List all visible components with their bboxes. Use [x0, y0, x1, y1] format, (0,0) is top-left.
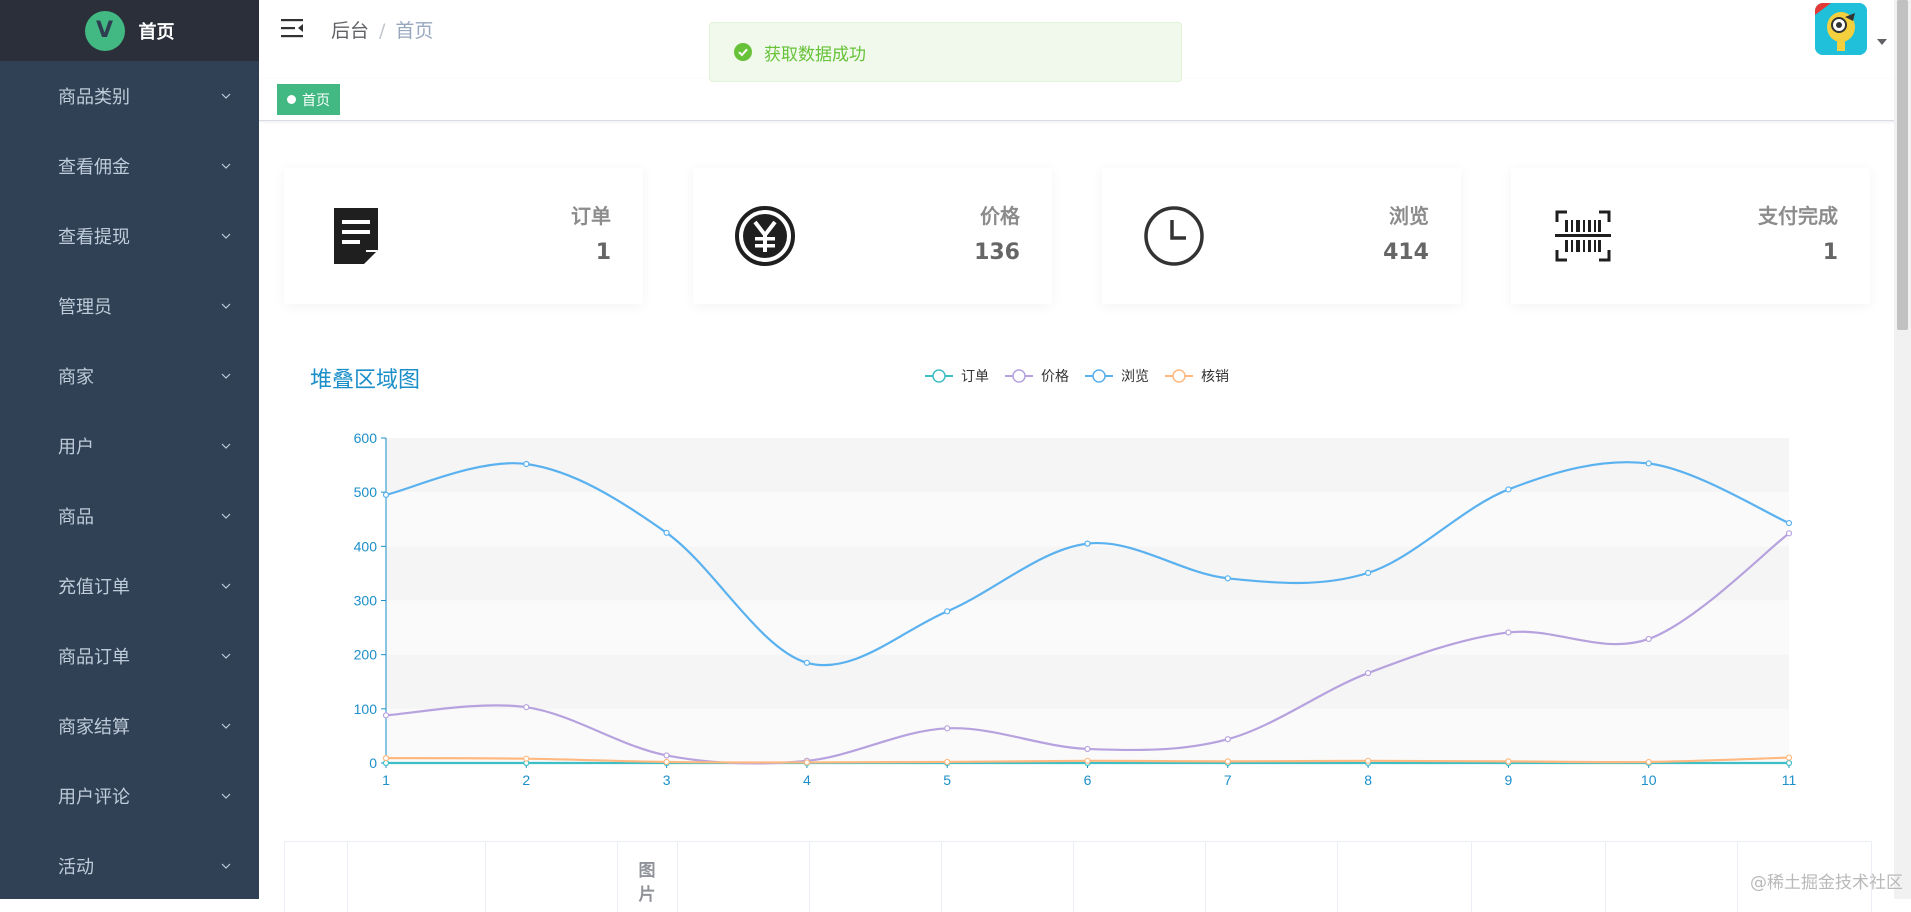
chart-data-point — [1224, 575, 1231, 582]
chart-data-point — [1505, 629, 1512, 636]
chart-data-point — [382, 712, 390, 719]
chart-y-tick-label: 200 — [354, 647, 378, 663]
data-table — [284, 841, 1872, 912]
chart-x-tick-label: 3 — [663, 772, 671, 788]
chart-y-tick-label: 500 — [354, 484, 378, 500]
chart-grid-band — [386, 600, 1789, 655]
chart-data-point — [1785, 754, 1793, 761]
chart-data-point — [944, 608, 951, 615]
chart-x-tick-label: 2 — [522, 772, 530, 788]
chart-x-tick-label: 10 — [1641, 772, 1657, 788]
table-column-divider — [809, 842, 810, 912]
chart-data-point — [1364, 569, 1372, 576]
table-column-divider — [485, 842, 486, 912]
chart-data-point — [663, 752, 670, 759]
chart-grid-band — [386, 546, 1789, 601]
chart-grid-band — [386, 438, 1789, 493]
legend-marker — [1092, 369, 1106, 383]
chart-x-tick-label: 7 — [1224, 772, 1232, 788]
chart-y-tick-label: 300 — [354, 593, 378, 609]
legend-marker — [1172, 369, 1186, 383]
chart-data-point — [1505, 758, 1512, 765]
chart-x-tick-label: 6 — [1084, 772, 1092, 788]
chart-x-tick-label: 4 — [803, 772, 811, 788]
table-column-divider — [617, 842, 618, 912]
chart-x-tick-label: 8 — [1364, 772, 1372, 788]
chart-data-point — [1084, 540, 1091, 547]
chart-data-point — [944, 758, 951, 766]
chart-data-point — [1364, 757, 1372, 764]
chart-data-point — [523, 460, 530, 468]
chart-y-tick-label: 400 — [354, 538, 378, 554]
chart-data-point — [523, 704, 530, 711]
stacked-area-chart: 0 100 200 300 400 500 600 1 2 3 4 5 6 7 8 9 10 11 订单 价格 浏览 核销 — [354, 368, 1797, 788]
scrollbar-thumb[interactable] — [1897, 0, 1908, 330]
table-column-divider — [1471, 842, 1472, 912]
legend-label[interactable]: 浏览 — [1121, 368, 1149, 384]
chart-data-point — [1785, 530, 1793, 537]
table-column-divider — [1073, 842, 1074, 912]
chart-grid-band — [386, 492, 1789, 547]
watermark: @稀土掘金技术社区 — [1750, 873, 1903, 893]
chart-grid-band — [386, 654, 1789, 709]
page-scrollbar[interactable] — [1894, 0, 1911, 899]
chart-y-tick-label: 100 — [354, 701, 378, 717]
chart-y-tick-label: 600 — [354, 430, 378, 446]
table-column-divider — [347, 842, 348, 912]
table-column-divider — [1337, 842, 1338, 912]
chart-data-point — [663, 758, 670, 766]
table-column-divider — [1737, 842, 1738, 912]
legend-marker — [1012, 369, 1026, 383]
chart-x-tick-label: 5 — [943, 772, 951, 788]
chart-x-tick-label: 9 — [1505, 772, 1513, 788]
chart-data-point — [803, 659, 811, 666]
legend-label[interactable]: 价格 — [1041, 368, 1069, 384]
chart-data-point — [382, 755, 390, 762]
table-column-divider — [1605, 842, 1606, 912]
table-column-divider — [941, 842, 942, 912]
table-header-image: 图片 — [638, 861, 656, 905]
chart-data-point — [1785, 759, 1793, 767]
chart-data-point — [663, 529, 670, 536]
chart-grid-band — [386, 708, 1789, 763]
chart-x-tick-label: 1 — [382, 772, 390, 788]
chart-data-point — [1505, 486, 1512, 493]
chart-data-point — [1645, 635, 1652, 643]
chart-data-point — [382, 759, 390, 767]
chart-data-point — [1785, 519, 1793, 527]
chart-data-point — [1645, 460, 1652, 467]
chart-data-point — [1364, 669, 1372, 677]
chart-data-point — [803, 759, 811, 766]
chart-data-point — [523, 755, 530, 762]
legend-label[interactable]: 订单 — [961, 368, 989, 384]
legend-label[interactable]: 核销 — [1201, 368, 1229, 384]
chart-data-point — [382, 491, 390, 498]
table-column-divider — [1205, 842, 1206, 912]
chart-y-tick-label: 0 — [369, 755, 377, 771]
chart-data-point — [944, 725, 951, 732]
chart-x-tick-label: 11 — [1782, 772, 1797, 788]
chart-data-point — [1084, 745, 1091, 753]
legend-marker — [932, 369, 946, 383]
chart-data-point — [1224, 758, 1231, 765]
chart-data-point — [1224, 736, 1231, 743]
chart-data-point — [1645, 758, 1652, 766]
chart-data-point — [1084, 757, 1091, 764]
table-column-divider — [677, 842, 678, 912]
